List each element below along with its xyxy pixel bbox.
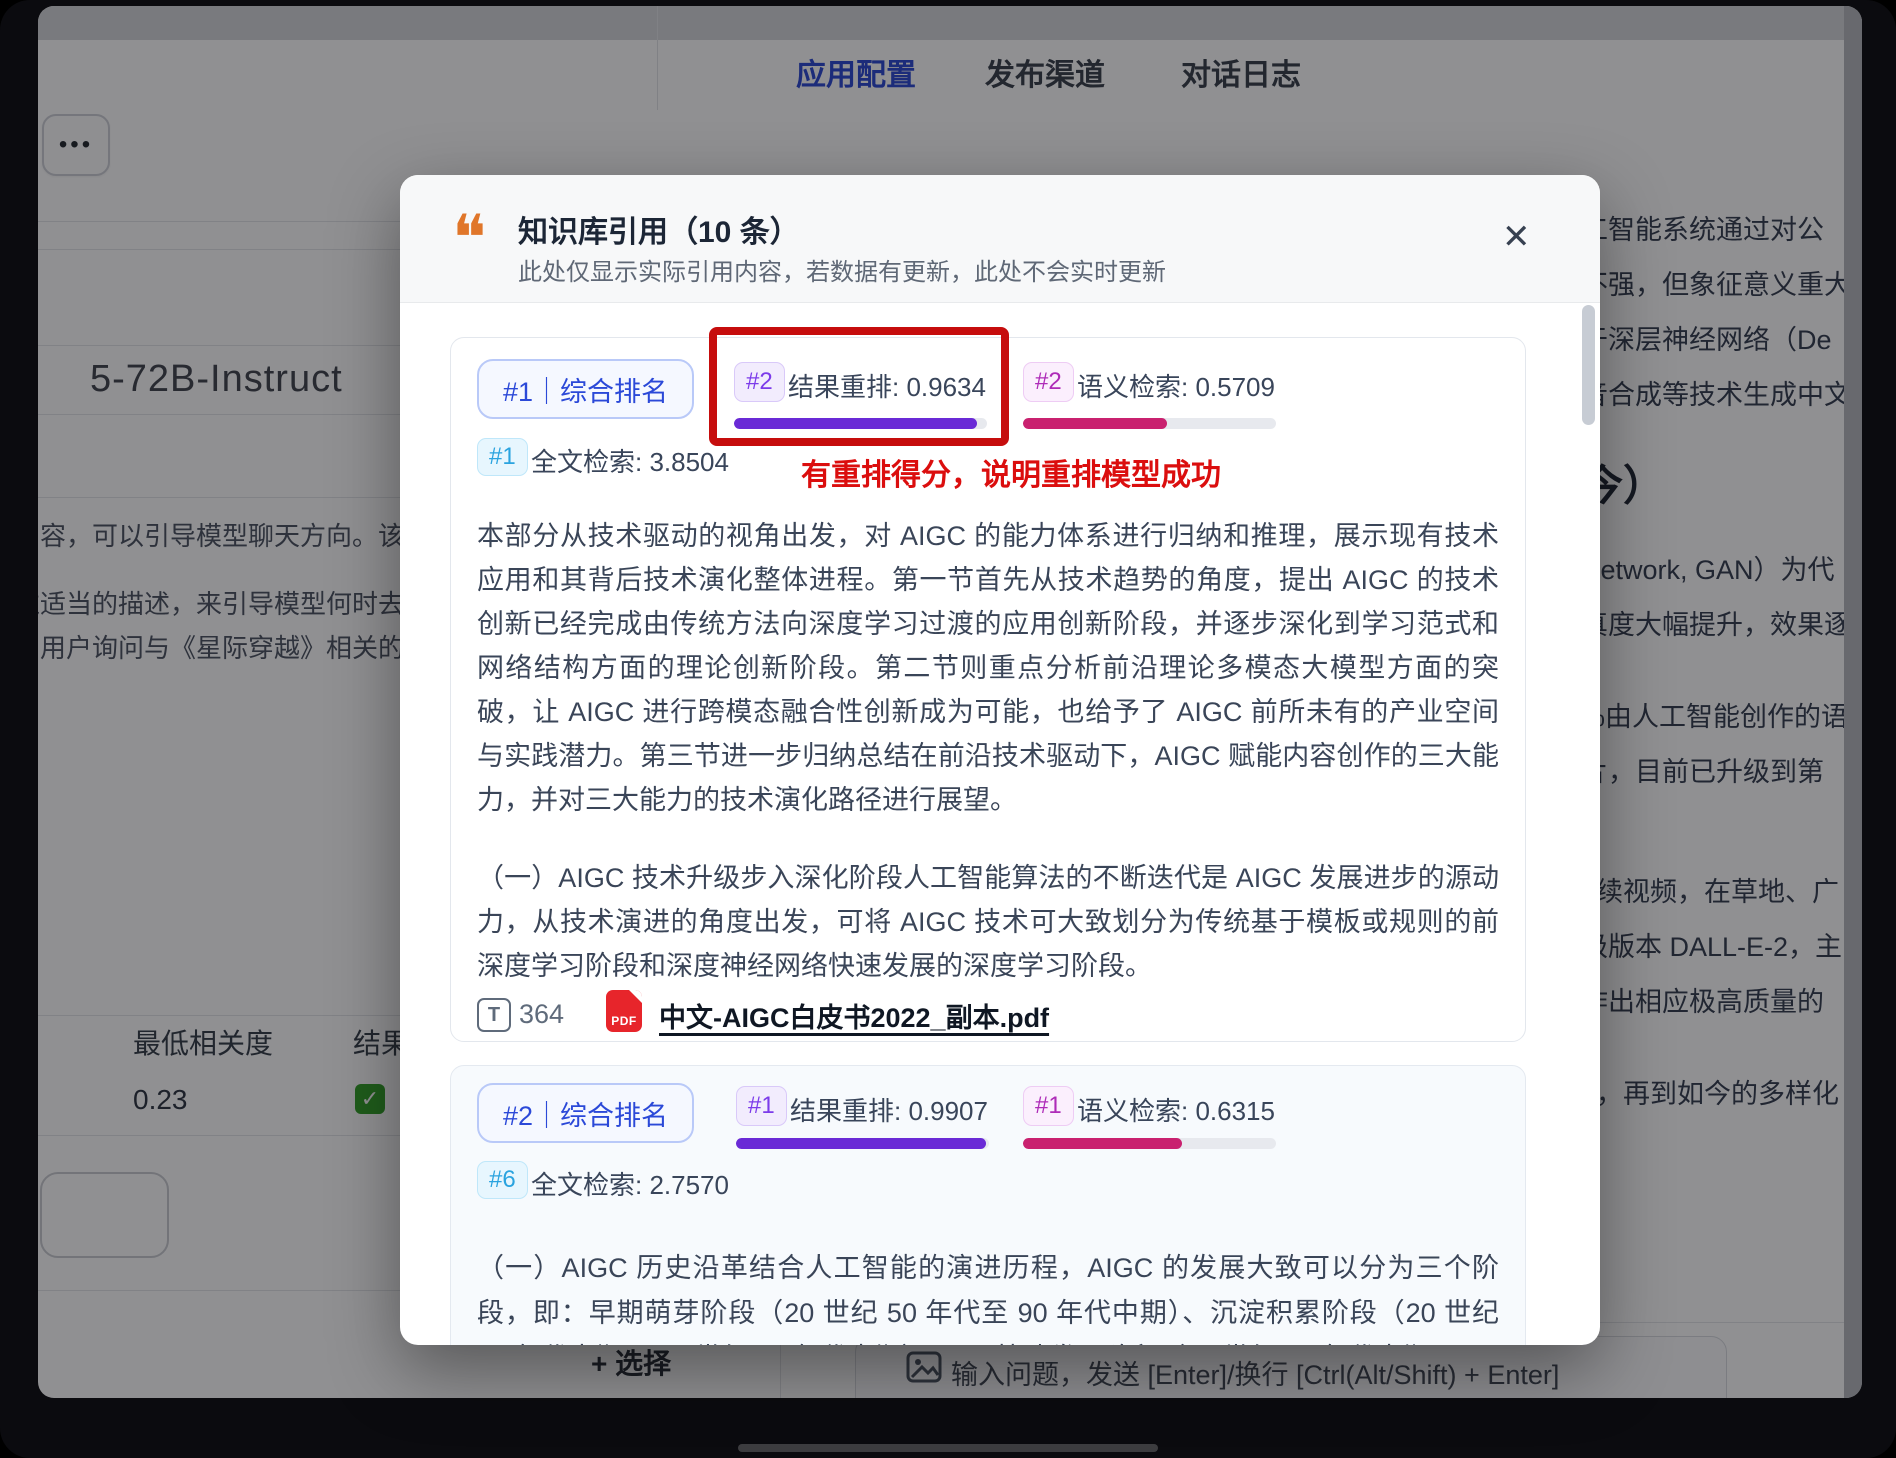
citation-paragraph: 本部分从技术驱动的视角出发，对 AIGC 的能力体系进行归纳和推理，展示现有技术… <box>477 514 1499 822</box>
semantic-progress-bar <box>1023 1138 1276 1149</box>
close-icon[interactable]: ✕ <box>1502 220 1531 254</box>
semantic-score-label: 语义检索: 0.6315 <box>1077 1091 1275 1128</box>
fulltext-rank-badge: #1 <box>477 438 528 476</box>
modal-scrollbar-thumb[interactable] <box>1582 305 1595 425</box>
rerank-rank-badge: #1 <box>736 1086 787 1126</box>
source-file-link[interactable]: 中文-AIGC白皮书2022_副本.pdf <box>659 996 1049 1035</box>
citation-paragraph: （一）AIGC 历史沿革结合人工智能的演进历程，AIGC 的发展大致可以分为三个… <box>477 1246 1499 1345</box>
pdf-icon: PDF <box>606 990 642 1032</box>
token-count: 364 <box>519 999 564 1030</box>
screenshot-stage: 应用配置 发布渠道 对话日志 ••• 5-72B-Instruct 内容，可以引… <box>0 0 1896 1458</box>
semantic-score-label: 语义检索: 0.5709 <box>1077 367 1275 404</box>
knowledge-citation-modal: ❝ 知识库引用（10 条） 此处仅显示实际引用内容，若数据有更新，此处不会实时更… <box>400 175 1600 1345</box>
modal-header: ❝ 知识库引用（10 条） 此处仅显示实际引用内容，若数据有更新，此处不会实时更… <box>400 175 1600 303</box>
citation-card-2: #2｜综合排名 #1 结果重排: 0.9907 #1 语义检索: 0.6315 … <box>450 1065 1526 1345</box>
overall-rank-pill: #2｜综合排名 <box>477 1083 694 1143</box>
semantic-rank-badge: #2 <box>1023 362 1074 402</box>
fulltext-score-label: 全文检索: 2.7570 <box>531 1165 729 1202</box>
overall-rank-pill: #1｜综合排名 <box>477 359 694 419</box>
modal-title: 知识库引用（10 条） <box>518 207 800 251</box>
citation-paragraph: （一）AIGC 技术升级步入深化阶段人工智能算法的不断迭代是 AIGC 发展进步… <box>477 856 1499 988</box>
pdf-icon-fold <box>629 990 642 1003</box>
quote-icon: ❝ <box>452 207 486 271</box>
semantic-progress-fill <box>1023 1138 1182 1149</box>
rerank-progress-bar <box>736 1138 989 1149</box>
fulltext-score-label: 全文检索: 3.8504 <box>531 442 729 479</box>
home-indicator <box>738 1444 1158 1452</box>
semantic-progress-fill <box>1023 418 1167 429</box>
rerank-annotation-text: 有重排得分，说明重排模型成功 <box>801 450 1221 494</box>
fulltext-rank-badge: #6 <box>477 1161 528 1199</box>
pdf-icon-label: PDF <box>606 1014 642 1028</box>
token-count-icon: T <box>477 998 511 1032</box>
token-icon-letter: T <box>488 1004 500 1027</box>
modal-subtitle: 此处仅显示实际引用内容，若数据有更新，此处不会实时更新 <box>518 252 1166 287</box>
rerank-score-label: 结果重排: 0.9907 <box>790 1091 988 1128</box>
annotation-highlight-box <box>709 327 1009 446</box>
semantic-rank-badge: #1 <box>1023 1086 1074 1126</box>
rerank-progress-fill <box>736 1138 986 1149</box>
semantic-progress-bar <box>1023 418 1276 429</box>
